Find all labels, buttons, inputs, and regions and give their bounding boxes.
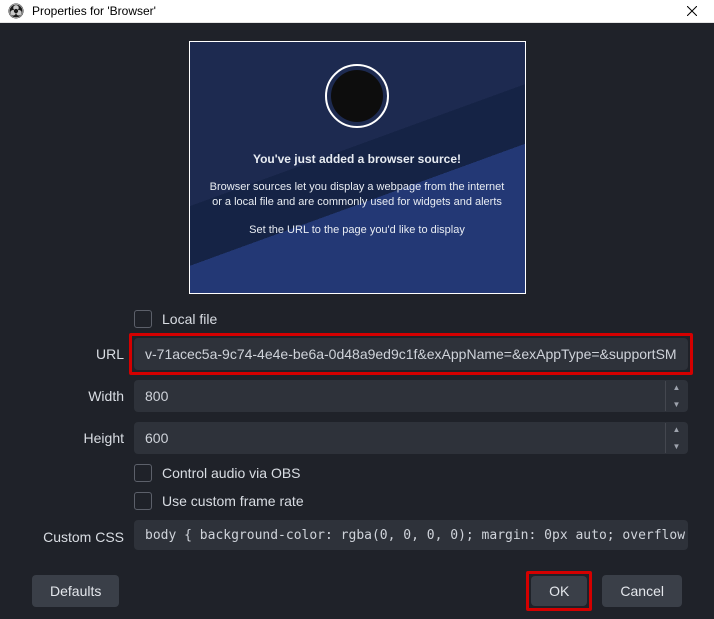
height-label: Height <box>16 430 134 446</box>
width-input[interactable] <box>134 380 688 412</box>
close-icon <box>687 6 697 16</box>
chevron-down-icon: ▼ <box>673 400 681 409</box>
obs-app-icon <box>8 3 24 19</box>
width-step-down[interactable]: ▼ <box>666 398 687 412</box>
chevron-up-icon: ▲ <box>673 383 681 392</box>
obs-logo-icon <box>325 64 389 128</box>
chevron-up-icon: ▲ <box>673 425 681 434</box>
custom-frame-rate-label: Use custom frame rate <box>162 493 304 509</box>
source-preview: You've just added a browser source! Brow… <box>189 41 526 294</box>
preview-description: Browser sources let you display a webpag… <box>210 180 505 210</box>
height-input[interactable] <box>134 422 688 454</box>
height-step-down[interactable]: ▼ <box>666 440 687 454</box>
url-label: URL <box>16 346 134 362</box>
dialog-content: You've just added a browser source! Brow… <box>0 23 714 619</box>
dialog-footer: Defaults OK Cancel <box>16 563 698 619</box>
local-file-label: Local file <box>162 311 217 327</box>
custom-css-label: Custom CSS <box>16 529 134 545</box>
control-audio-checkbox[interactable] <box>134 464 152 482</box>
height-step-up[interactable]: ▲ <box>666 423 687 437</box>
control-audio-label: Control audio via OBS <box>162 465 301 481</box>
local-file-checkbox[interactable] <box>134 310 152 328</box>
preview-heading: You've just added a browser source! <box>253 152 461 166</box>
properties-form: Local file URL Width ▲ ▼ Height <box>16 310 698 563</box>
custom-frame-rate-checkbox[interactable] <box>134 492 152 510</box>
width-step-up[interactable]: ▲ <box>666 381 687 395</box>
titlebar: Properties for 'Browser' <box>0 0 714 23</box>
width-label: Width <box>16 388 134 404</box>
ok-button[interactable]: OK <box>531 576 587 606</box>
cancel-button[interactable]: Cancel <box>602 575 682 607</box>
custom-css-input[interactable] <box>134 520 688 550</box>
chevron-down-icon: ▼ <box>673 442 681 451</box>
window-title: Properties for 'Browser' <box>32 4 678 18</box>
preview-instruction: Set the URL to the page you'd like to di… <box>249 224 465 236</box>
window-close-button[interactable] <box>678 0 706 22</box>
url-input[interactable] <box>134 338 688 370</box>
defaults-button[interactable]: Defaults <box>32 575 119 607</box>
